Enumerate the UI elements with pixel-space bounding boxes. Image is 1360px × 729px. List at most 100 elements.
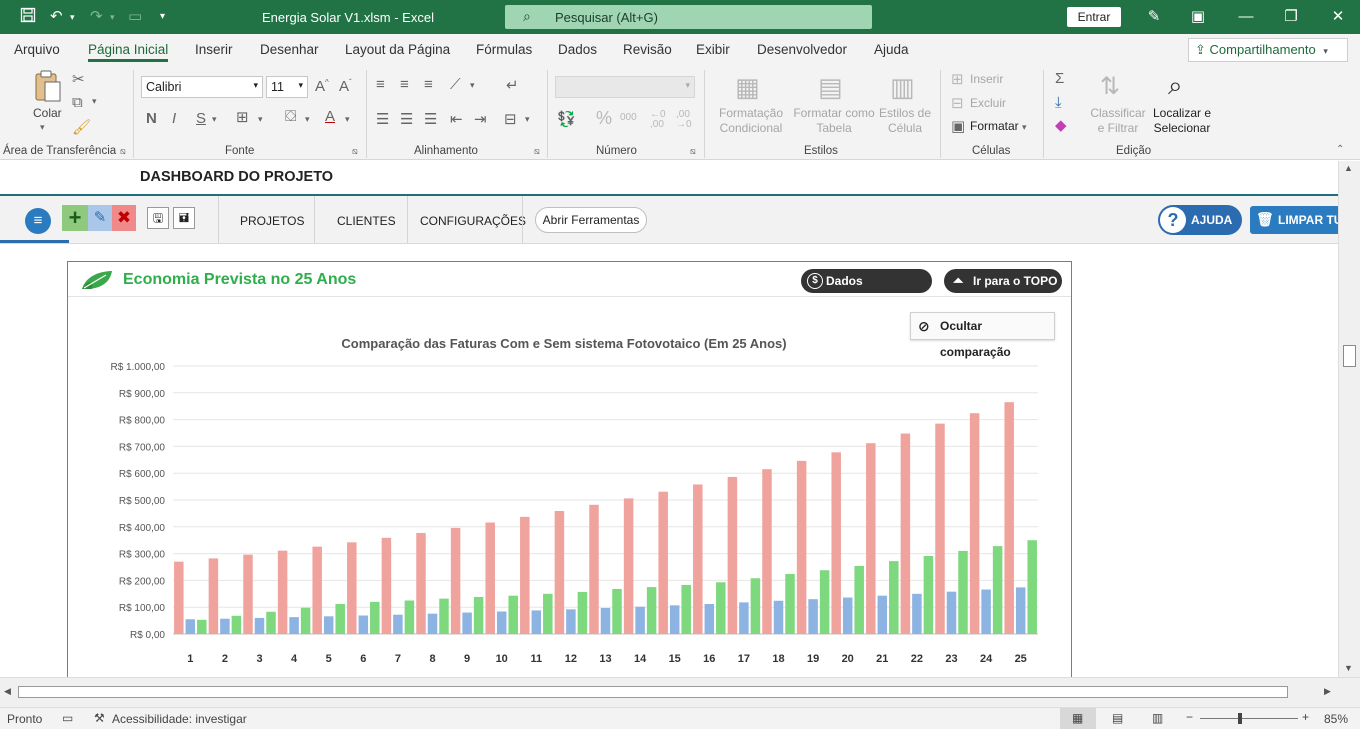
font-size-select[interactable]: 11 ▾ — [266, 76, 308, 98]
customize-quick-access-icon[interactable]: ▾ — [160, 11, 165, 22]
clear-icon[interactable]: ◆ — [1055, 116, 1067, 134]
font-color-icon[interactable]: A — [325, 108, 335, 125]
tab-desenhar[interactable]: Desenhar — [260, 42, 319, 57]
collapse-ribbon-icon[interactable]: ⌃ — [1336, 144, 1344, 155]
restore-icon[interactable]: ❐ — [1279, 6, 1303, 28]
fill-dropdown-icon[interactable]: ▾ — [305, 114, 310, 125]
copy-icon[interactable]: ⧉ — [72, 94, 83, 111]
worksheet[interactable]: DASHBOARD DO PROJETO ≡ + ✎ ✖ 🖫 🖬 PROJETO… — [0, 161, 1338, 677]
align-center-icon[interactable]: ☰ — [400, 110, 413, 128]
save-icon[interactable]: 🖫 — [147, 207, 169, 229]
nav-projetos[interactable]: PROJETOS — [240, 214, 304, 228]
nav-clientes[interactable]: CLIENTES — [337, 214, 396, 228]
italic-icon[interactable]: I — [172, 110, 176, 127]
align-bottom-icon[interactable]: ≡ — [424, 76, 433, 93]
hscroll-thumb[interactable] — [18, 686, 1288, 698]
save-icon[interactable] — [20, 7, 36, 27]
accessibility-icon[interactable]: ⚒ — [94, 711, 105, 725]
scroll-right-icon[interactable]: ▶ — [1324, 686, 1331, 697]
ribbon-display-icon[interactable]: ▣ — [1186, 6, 1210, 28]
tab-ajuda[interactable]: Ajuda — [874, 42, 909, 57]
cut-icon[interactable]: ✂ — [72, 70, 85, 88]
save-as-icon[interactable]: 🖬 — [173, 207, 195, 229]
scroll-left-icon[interactable]: ◀ — [4, 686, 11, 697]
increase-indent-icon[interactable]: ⇥ — [474, 110, 487, 128]
tab-arquivo[interactable]: Arquivo — [14, 42, 60, 57]
zoom-in-icon[interactable]: + — [1302, 710, 1309, 724]
orientation-icon[interactable]: ⟋ — [450, 76, 461, 93]
borders-icon[interactable]: ⊞ — [236, 108, 249, 126]
scroll-down-icon[interactable]: ▼ — [1344, 663, 1353, 673]
fill-icon[interactable]: ⤓ — [1055, 94, 1062, 111]
normal-view-icon[interactable]: ▦ — [1072, 711, 1083, 725]
merge-dropdown-icon[interactable]: ▾ — [525, 114, 530, 125]
decrease-font-icon[interactable]: Aˇ — [339, 78, 352, 95]
tab-revisao[interactable]: Revisão — [623, 42, 672, 57]
zoom-slider[interactable] — [1200, 718, 1298, 719]
add-icon[interactable]: + — [62, 205, 88, 231]
font-name-select[interactable]: Calibri ▾ — [141, 76, 263, 98]
edit-icon[interactable]: ✎ — [88, 205, 112, 231]
page-break-view-icon[interactable]: ▥ — [1152, 711, 1163, 725]
paste-dropdown-icon[interactable]: ▾ — [40, 122, 45, 133]
search-box[interactable]: ⌕ Pesquisar (Alt+G) — [505, 5, 872, 29]
tab-exibir[interactable]: Exibir — [696, 42, 730, 57]
wrap-text-icon[interactable]: ↵ — [506, 76, 519, 94]
scroll-thumb[interactable] — [1343, 345, 1356, 367]
zoom-out-icon[interactable]: − — [1186, 710, 1193, 724]
bold-icon[interactable]: N — [146, 110, 157, 127]
font-color-dropdown-icon[interactable]: ▾ — [345, 114, 350, 125]
macro-record-icon[interactable]: ▭ — [62, 711, 73, 725]
zoom-level[interactable]: 85% — [1324, 712, 1348, 726]
share-button[interactable]: ⇪ Compartilhamento ▾ — [1188, 38, 1348, 62]
merge-cells-icon[interactable]: ⊟ — [504, 110, 517, 128]
find-icon[interactable]: ⌕ — [1168, 70, 1183, 102]
format-cells-icon[interactable]: ▣ — [951, 117, 965, 135]
number-launcher-icon[interactable]: ⧅ — [690, 146, 696, 157]
scroll-up-icon[interactable]: ▲ — [1344, 163, 1353, 173]
zoom-slider-thumb[interactable] — [1238, 713, 1242, 724]
undo-dropdown-icon[interactable]: ▾ — [70, 12, 75, 23]
pen-icon[interactable]: ✎ — [1142, 6, 1166, 28]
underline-dropdown-icon[interactable]: ▾ — [212, 114, 217, 125]
tab-dados[interactable]: Dados — [558, 42, 597, 57]
tab-formulas[interactable]: Fórmulas — [476, 42, 532, 57]
accessibility-status[interactable]: Acessibilidade: investigar — [112, 712, 247, 726]
close-icon[interactable]: ✕ — [1326, 6, 1350, 28]
menu-icon[interactable]: ≡ — [25, 208, 51, 234]
align-middle-icon[interactable]: ≡ — [400, 76, 409, 93]
paste-icon[interactable] — [33, 70, 63, 108]
underline-icon[interactable]: S — [196, 110, 206, 127]
horizontal-scrollbar[interactable]: ◀ ▶ — [0, 677, 1360, 707]
clear-all-button[interactable]: 🗑 LIMPAR TUDO — [1250, 206, 1338, 234]
format-painter-icon[interactable]: 🖌 — [72, 118, 91, 136]
font-launcher-icon[interactable]: ⧅ — [352, 146, 358, 157]
format-cells-label[interactable]: Formatar — [970, 119, 1019, 134]
page-layout-view-icon[interactable]: ▤ — [1112, 711, 1123, 725]
autosum-icon[interactable]: Σ — [1055, 70, 1064, 87]
tab-pagina-inicial[interactable]: Página Inicial — [88, 42, 169, 62]
paste-label[interactable]: Colar — [33, 106, 62, 121]
decrease-indent-icon[interactable]: ⇤ — [450, 110, 463, 128]
delete-icon[interactable]: ✖ — [112, 205, 136, 231]
copy-dropdown-icon[interactable]: ▾ — [92, 96, 97, 107]
sign-in-button[interactable]: Entrar — [1067, 7, 1121, 27]
clipboard-launcher-icon[interactable]: ⧅ — [120, 146, 126, 157]
increase-font-icon[interactable]: A^ — [315, 78, 329, 95]
open-tools-button[interactable]: Abrir Ferramentas — [535, 207, 647, 233]
nav-configuracoes[interactable]: CONFIGURAÇÕES — [420, 214, 526, 228]
tab-layout-da-pagina[interactable]: Layout da Página — [345, 42, 450, 57]
format-cells-dropdown-icon[interactable]: ▾ — [1022, 122, 1027, 133]
orientation-dropdown-icon[interactable]: ▾ — [470, 80, 475, 91]
undo-icon[interactable]: ↶ — [50, 7, 63, 25]
fill-color-icon[interactable]: ⛋ — [285, 108, 296, 125]
help-button[interactable]: ? AJUDA — [1158, 205, 1242, 235]
find-select-label[interactable]: Localizar e Selecionar — [1148, 106, 1216, 136]
alignment-launcher-icon[interactable]: ⧅ — [534, 146, 540, 157]
tab-inserir[interactable]: Inserir — [195, 42, 233, 57]
align-right-icon[interactable]: ☰ — [424, 110, 437, 128]
vertical-scrollbar[interactable]: ▲ ▼ — [1338, 161, 1360, 677]
tab-desenvolvedor[interactable]: Desenvolvedor — [757, 42, 847, 57]
align-top-icon[interactable]: ≡ — [376, 76, 385, 93]
borders-dropdown-icon[interactable]: ▾ — [258, 114, 263, 125]
